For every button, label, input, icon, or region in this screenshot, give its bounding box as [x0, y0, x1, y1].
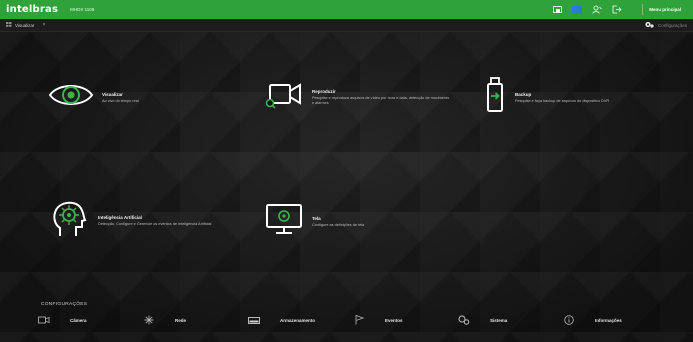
eye-icon [48, 81, 94, 114]
main-menu-button[interactable]: Menu principal [642, 4, 687, 15]
logout-icon[interactable] [612, 5, 622, 14]
module-description: Configure as definições de tela [312, 222, 365, 227]
config-section-title: CONFIGURAÇÕES [41, 302, 88, 307]
event-flag-icon [353, 315, 365, 325]
top-icons: Menu principal [552, 4, 687, 15]
network-icon [143, 315, 155, 325]
config-item-eventos[interactable]: Eventos [345, 315, 450, 325]
config-item-rede[interactable]: Rede [135, 315, 240, 325]
grid-icon [6, 22, 12, 28]
module-title: Reproduzir [312, 89, 336, 95]
module-title: Backup [515, 91, 532, 97]
settings-link[interactable]: Configurações [645, 21, 687, 29]
module-description: Detecção, Configure e Gerencie os evento… [98, 221, 212, 226]
config-bar: Câmera Rede Armazenamento Eventos Sistem… [30, 310, 660, 330]
module-title: Tela [312, 215, 321, 221]
info-icon [563, 315, 575, 325]
module-reproduzir[interactable]: Reproduzir Pesquise e reproduza arquivos… [264, 81, 452, 114]
system-icon [458, 315, 470, 325]
module-title: Inteligência Artificial [98, 214, 142, 220]
storage-icon [248, 315, 260, 325]
close-tab-icon[interactable]: × [42, 22, 45, 28]
ai-head-icon [50, 198, 90, 243]
cloud-icon[interactable] [572, 5, 583, 14]
config-item-label: Informações [595, 317, 622, 323]
module-title: Visualizar [102, 91, 123, 97]
config-item-camera[interactable]: Câmera [30, 315, 135, 325]
monitor-icon [264, 202, 304, 241]
module-backup[interactable]: Backup Pesquise e faça backup de arquivo… [483, 77, 609, 118]
module-tela[interactable]: Tela Configure as definições de tela [264, 202, 364, 241]
usb-drive-icon [483, 77, 507, 118]
config-item-sistema[interactable]: Sistema [450, 315, 555, 325]
tab-label: Visualizar [15, 22, 35, 28]
module-description: Pesquise e reproduza arquivos de vídeo p… [312, 96, 450, 105]
tab-visualizar[interactable]: Visualizar × [6, 22, 45, 28]
config-item-label: Rede [175, 317, 187, 323]
config-item-label: Eventos [385, 317, 403, 323]
config-item-label: Sistema [490, 317, 508, 323]
gear-icon [645, 21, 654, 29]
top-bar: intelbras MHDX 1108 Menu principal [0, 0, 693, 19]
screen-icon[interactable] [552, 5, 562, 14]
video-camera-icon [264, 81, 304, 114]
camera-icon [38, 315, 50, 325]
user-icon[interactable] [592, 5, 603, 14]
module-description: Pesquise e faça backup de arquivos do di… [515, 98, 610, 103]
config-item-label: Armazenamento [280, 317, 316, 323]
module-description: Ao vivo do tempo real [102, 98, 139, 103]
config-item-armazenamento[interactable]: Armazenamento [240, 315, 345, 325]
config-item-label: Câmera [70, 317, 87, 323]
tab-bar: Visualizar × Configurações [0, 19, 693, 32]
module-visualizar[interactable]: Visualizar Ao vivo do tempo real [48, 81, 139, 114]
module-inteligencia-artificial[interactable]: Inteligência Artificial Detecção, Config… [50, 198, 211, 243]
brand-logo: intelbras [6, 4, 59, 15]
config-item-informacoes[interactable]: Informações [555, 315, 660, 325]
device-model: MHDX 1108 [70, 7, 95, 12]
settings-label: Configurações [657, 22, 687, 28]
